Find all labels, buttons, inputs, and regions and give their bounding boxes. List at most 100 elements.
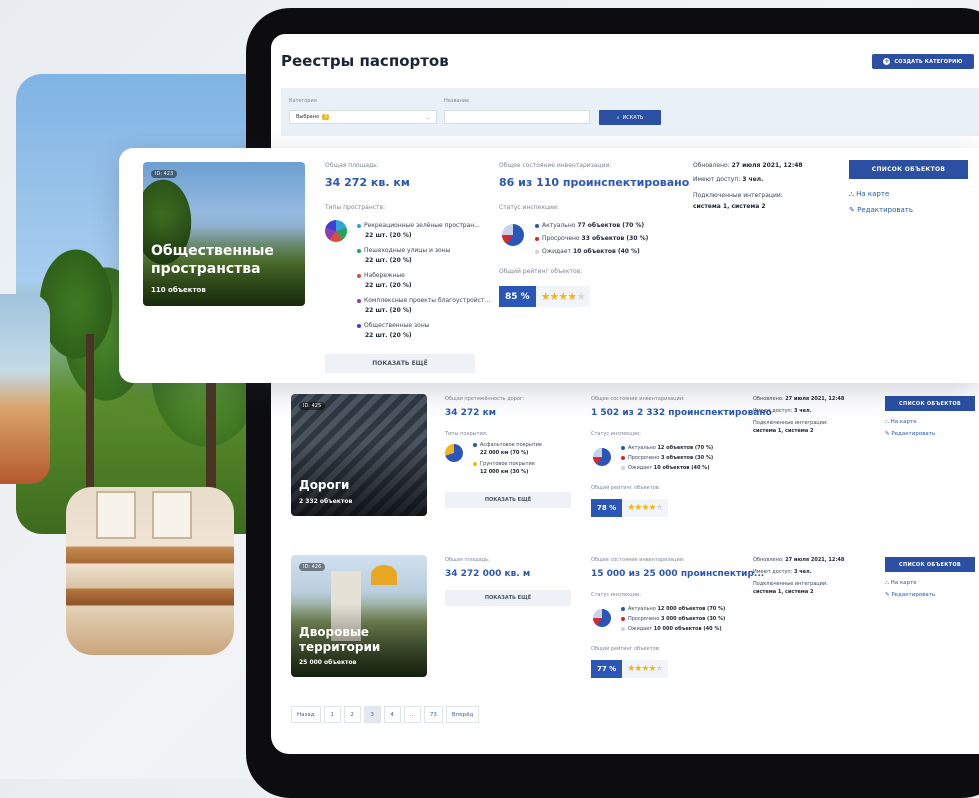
pencil-icon: ✎ (885, 592, 890, 598)
integrations-value: система 1, система 2 (753, 589, 814, 595)
category-select[interactable]: Выбрано 3 ⌄ (289, 110, 437, 124)
pagination-page[interactable]: 2 (343, 706, 361, 723)
rating-stars: ★★★★★ (627, 503, 663, 513)
area-value: 34 272 000 кв. м (445, 569, 531, 579)
category-count: 2 332 объектов (299, 498, 353, 505)
rating-label: Общий рейтинг объектов: (499, 268, 583, 275)
inspection-item: Ожидает 10 объектов (40 %) (535, 248, 640, 255)
pagination-next[interactable]: Вперёд (445, 706, 480, 723)
search-button-label: ИСКАТЬ (622, 114, 644, 121)
pencil-icon: ✎ (885, 431, 890, 437)
category-label: Категория (289, 98, 317, 104)
updated-info: Обновлено: 27 июля 2021, 12:48 (693, 162, 803, 169)
type-value: 22 шт. (20 %) (365, 232, 412, 239)
map-icon: ⛬ (885, 580, 889, 586)
name-input[interactable] (444, 110, 590, 124)
access-info: Имеют доступ: 3 чел. (753, 569, 812, 575)
map-icon: ⛬ (885, 419, 889, 425)
area-label: Общая площадь: (445, 557, 490, 563)
plus-icon: + (883, 58, 891, 65)
rating-value: 78 % (591, 499, 623, 517)
pencil-icon: ✎ (849, 206, 855, 214)
object-list-button[interactable]: СПИСОК ОБЪЕКТОВ (849, 160, 968, 179)
inspection-item: Актуально 12 000 объектов (70 %) (621, 606, 725, 612)
show-more-button[interactable]: ПОКАЗАТЬ ЕЩЁ (445, 492, 571, 508)
category-id: ID: 423 (151, 170, 178, 178)
page-title: Реестры паспортов (281, 52, 449, 70)
map-link[interactable]: ⛬ На карте (885, 580, 917, 587)
category-name: Дороги (299, 478, 350, 492)
type-item: Грунтовое покрытие (473, 461, 535, 467)
show-more-button[interactable]: ПОКАЗАТЬ ЕЩЁ (325, 354, 475, 373)
area-value: 34 272 кв. км (325, 176, 410, 189)
area-value: 34 272 км (445, 408, 497, 418)
object-list-button[interactable]: СПИСОК ОБЪЕКТОВ (885, 557, 975, 572)
type-value: 22 шт. (20 %) (365, 257, 412, 264)
category-count: 25 000 объектов (299, 659, 357, 666)
chevron-down-icon: ⌄ (424, 114, 430, 121)
inspection-label: Статус инспекции: (591, 592, 641, 598)
rating-value: 77 % (591, 660, 623, 678)
pagination-ellipsis: ... (403, 706, 421, 723)
integrations-label: Подключенные интеграции: (753, 581, 828, 587)
category-count: 110 объектов (151, 286, 206, 294)
map-link[interactable]: ⛬ На карте (885, 419, 917, 426)
map-link[interactable]: ⛬ На карте (849, 190, 889, 199)
create-category-button[interactable]: + СОЗДАТЬ КАТЕГОРИЮ (872, 54, 974, 69)
inspection-label: Статус инспекции: (591, 431, 641, 437)
integrations-label: Подключенные интеграции: (753, 420, 828, 426)
type-item: Набережные (357, 272, 405, 279)
rating-stars: ★★★★★ (627, 664, 663, 674)
search-icon: ⌕ (616, 114, 620, 121)
inspection-item: Актуально 12 объектов (70 %) (621, 445, 713, 451)
pagination-page-active[interactable]: 3 (363, 706, 381, 723)
edit-link[interactable]: ✎ Редактировать (885, 592, 935, 598)
yards-thumbnail[interactable]: ID: 426 Дворовые территории 25 000 объек… (291, 555, 427, 677)
inspection-item: Актуально 77 объектов (70 %) (535, 222, 644, 229)
inspection-pie-chart (593, 448, 611, 466)
type-value: 22 шт. (20 %) (365, 332, 412, 339)
pagination-prev[interactable]: Назад (291, 706, 321, 723)
inventory-value: 1 502 из 2 332 проинспектировано (591, 408, 772, 418)
category-id: ID: 426 (299, 563, 326, 571)
search-button[interactable]: ⌕ ИСКАТЬ (599, 110, 661, 125)
pagination-page[interactable]: 4 (383, 706, 401, 723)
integrations-label: Подключенные интеграции: (693, 192, 783, 199)
rating-label: Общий рейтинг объектов: (591, 646, 661, 652)
type-item: Рекреационные зелёные простран... (357, 222, 480, 229)
category-count-badge: 3 (322, 114, 330, 120)
playground-photo (0, 294, 50, 484)
type-value: 22 шт. (20 %) (365, 282, 412, 289)
updated-info: Обновлено: 27 июля 2021, 12:48 (753, 557, 845, 563)
type-item: Асфальтовое покрытие (473, 442, 542, 448)
pagination-page[interactable]: 1 (323, 706, 341, 723)
types-pie-chart (325, 220, 347, 242)
category-id: ID: 425 (299, 402, 326, 410)
pagination-page[interactable]: 73 (423, 706, 443, 723)
app-screen: Реестры паспортов + СОЗДАТЬ КАТЕГОРИЮ Ка… (271, 34, 979, 754)
access-info: Имеют доступ: 3 чел. (753, 408, 812, 414)
area-label: Общая площадь: (325, 162, 379, 169)
category-select-value: Выбрано (296, 114, 320, 120)
object-list-button[interactable]: СПИСОК ОБЪЕКТОВ (885, 396, 975, 411)
public-spaces-thumbnail[interactable]: ID: 423 Общественные пространства 110 об… (143, 162, 305, 306)
pagination: Назад 1 2 3 4 ... 73 Вперёд (291, 706, 482, 723)
type-value: 22 шт. (20 %) (365, 307, 412, 314)
inspection-pie-chart (502, 224, 524, 246)
rating-widget: 77 % ★★★★★ (591, 660, 668, 678)
show-more-button[interactable]: ПОКАЗАТЬ ЕЩЁ (445, 590, 571, 606)
integrations-value: система 1, система 2 (753, 428, 814, 434)
edit-link[interactable]: ✎ Редактировать (849, 206, 913, 214)
edit-link[interactable]: ✎ Редактировать (885, 431, 935, 437)
category-row-yards: ID: 426 Дворовые территории 25 000 объек… (281, 555, 979, 685)
inspection-item: Просрочено 3 объектов (30 %) (621, 455, 713, 461)
roads-thumbnail[interactable]: ID: 425 Дороги 2 332 объектов (291, 394, 427, 516)
filter-panel: Категория Выбрано 3 ⌄ Название ⌕ ИСКАТЬ (281, 88, 979, 136)
type-item: Комплексные проекты благоустройст... (357, 297, 490, 304)
rating-value: 85 % (499, 286, 536, 307)
inspection-label: Статус инспекции: (499, 204, 559, 211)
inventory-value: 86 из 110 проинспектировано (499, 176, 690, 189)
access-info: Имеют доступ: 3 чел. (693, 176, 764, 183)
rating-widget: 85 % ★★★★★ (499, 286, 591, 307)
inspection-item: Просрочено 33 объектов (30 %) (535, 235, 648, 242)
